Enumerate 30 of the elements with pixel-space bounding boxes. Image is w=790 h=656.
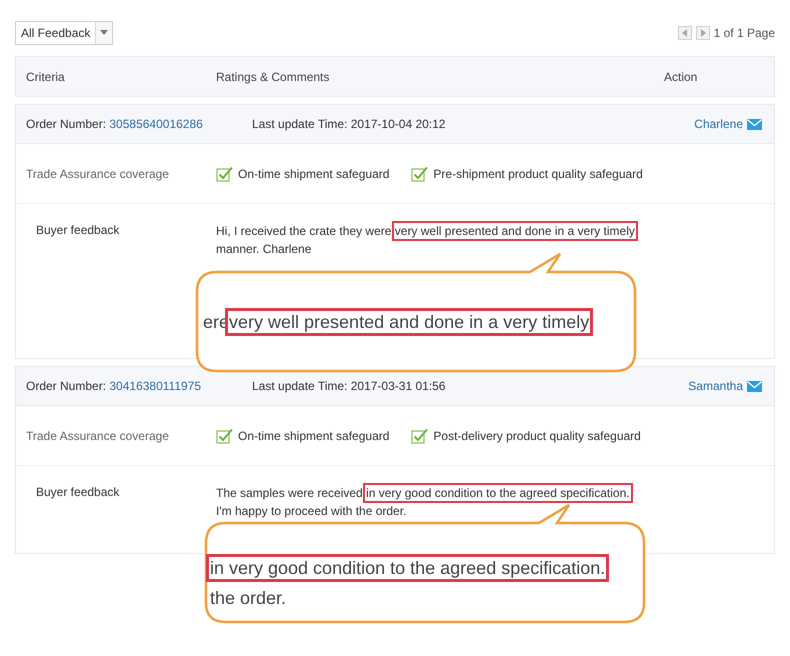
coverage-label: Trade Assurance coverage [26,428,170,442]
buyer-contact-link[interactable]: Samantha [688,379,762,393]
safeguard-label: Pre-shipment product quality safeguard [433,166,643,180]
update-time: Last update Time: 2017-10-04 20:12 [252,117,446,131]
order-number-link[interactable]: 30416380111975 [109,379,202,393]
safeguard-label: Post-delivery product quality safeguard [433,428,641,442]
feedback-label: Buyer feedback [35,485,120,499]
feedback-filter-dropdown[interactable]: All Feedback [15,20,114,44]
previous-page-button[interactable] [678,26,692,40]
left-triangle-icon [682,28,688,36]
mail-icon [747,380,762,392]
safeguard-label: On-time shipment safeguard [238,166,390,180]
buyer-contact-link[interactable]: Charlene [694,117,762,131]
mail-icon [747,118,762,130]
next-page-button[interactable] [696,26,710,40]
page-indicator: 1 of 1 Page [714,26,775,40]
caret-icon [100,30,108,35]
column-header: Ratings & Comments [216,70,330,84]
order-number: Order Number: 30585640016286 [26,117,204,131]
right-triangle-icon [700,28,706,36]
feedback-text: The samples were received in very good condition to the agreed specification. I'm happy to proceed with the order. [216,484,774,520]
order-number-link[interactable]: 30585640016286 [109,117,203,131]
column-header: Criteria [26,70,66,84]
feedback-text: Hi, I received the crate they were very well presented and done in a very timely manner. Charlene [216,222,774,258]
coverage-label: Trade Assurance coverage [26,166,170,180]
safeguard-label: On-time shipment safeguard [238,428,390,442]
feedback-label: Buyer feedback [35,223,120,237]
order-number: Order Number: 30416380111975 [26,379,202,393]
column-header: Action [664,70,698,84]
update-time: Last update Time: 2017-03-31 01:56 [252,379,446,393]
